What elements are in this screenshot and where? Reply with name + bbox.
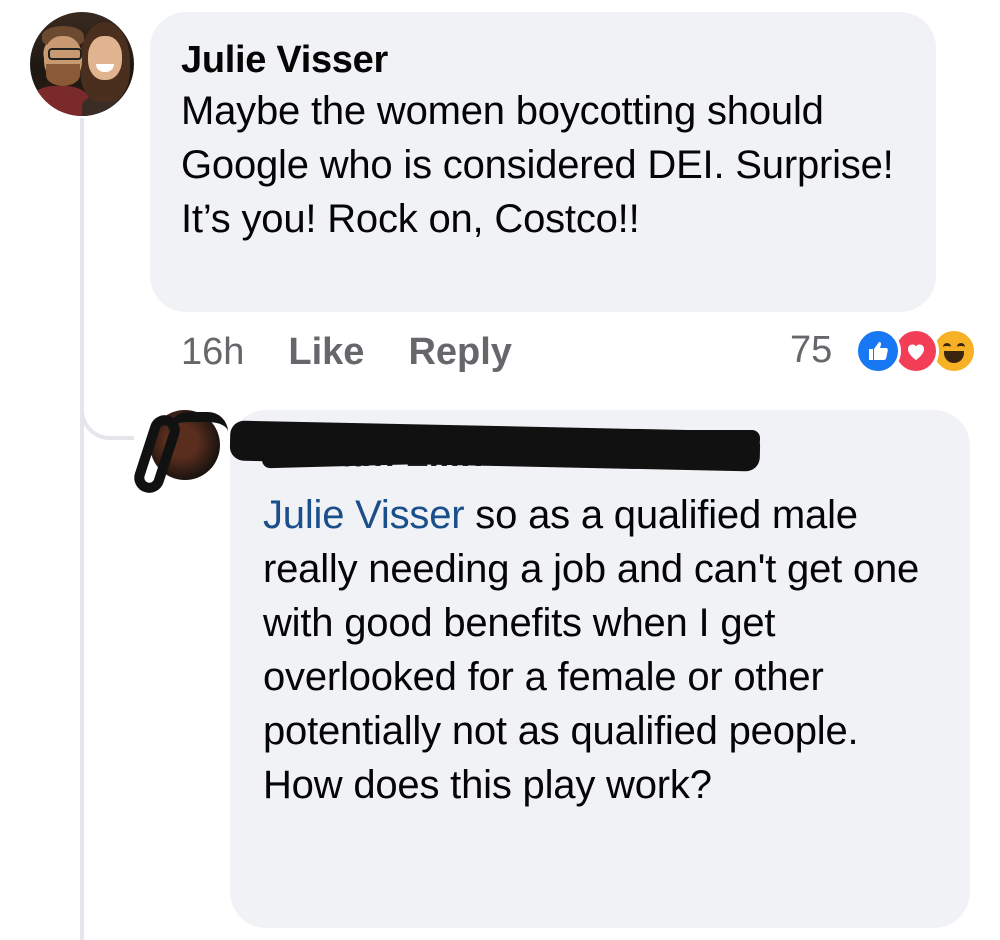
- avatar-detail: [48, 48, 82, 60]
- heart-icon: [908, 344, 924, 360]
- thumbs-up-icon: [869, 342, 888, 360]
- redaction-scribble: [560, 430, 760, 448]
- redaction-scribble: [168, 412, 228, 456]
- reaction-count[interactable]: 75: [790, 328, 832, 372]
- like-icon: [855, 328, 901, 374]
- comment-timestamp[interactable]: 16h: [181, 331, 244, 374]
- comment-actions: 16h Like Reply: [181, 328, 556, 376]
- haha-eye: [957, 343, 965, 350]
- avatar-detail: [88, 36, 122, 80]
- comment-body: Maybe the women boycotting should Google…: [181, 89, 894, 241]
- avatar-detail: [46, 64, 80, 86]
- haha-mouth: [944, 351, 964, 363]
- reply-button[interactable]: Reply: [408, 331, 511, 374]
- like-button[interactable]: Like: [288, 331, 364, 374]
- comment-author[interactable]: Julie Visser: [181, 36, 906, 84]
- reply-connector: [80, 380, 134, 440]
- reply-bubble: Julie Visser so as a qualified male real…: [230, 410, 970, 928]
- comment-text: Maybe the women boycotting should Google…: [181, 84, 906, 246]
- reply-body: so as a qualified male really needing a …: [263, 493, 920, 807]
- avatar-detail: [30, 86, 90, 116]
- avatar[interactable]: [30, 12, 134, 116]
- comment-bubble: Julie Visser Maybe the women boycotting …: [150, 12, 936, 312]
- reply-text: Julie Visser so as a qualified male real…: [263, 488, 940, 812]
- thread-line: [80, 118, 84, 940]
- reply-mention-link[interactable]: Julie Visser: [263, 493, 465, 537]
- reactions-summary[interactable]: [855, 328, 985, 374]
- haha-eye: [943, 343, 951, 350]
